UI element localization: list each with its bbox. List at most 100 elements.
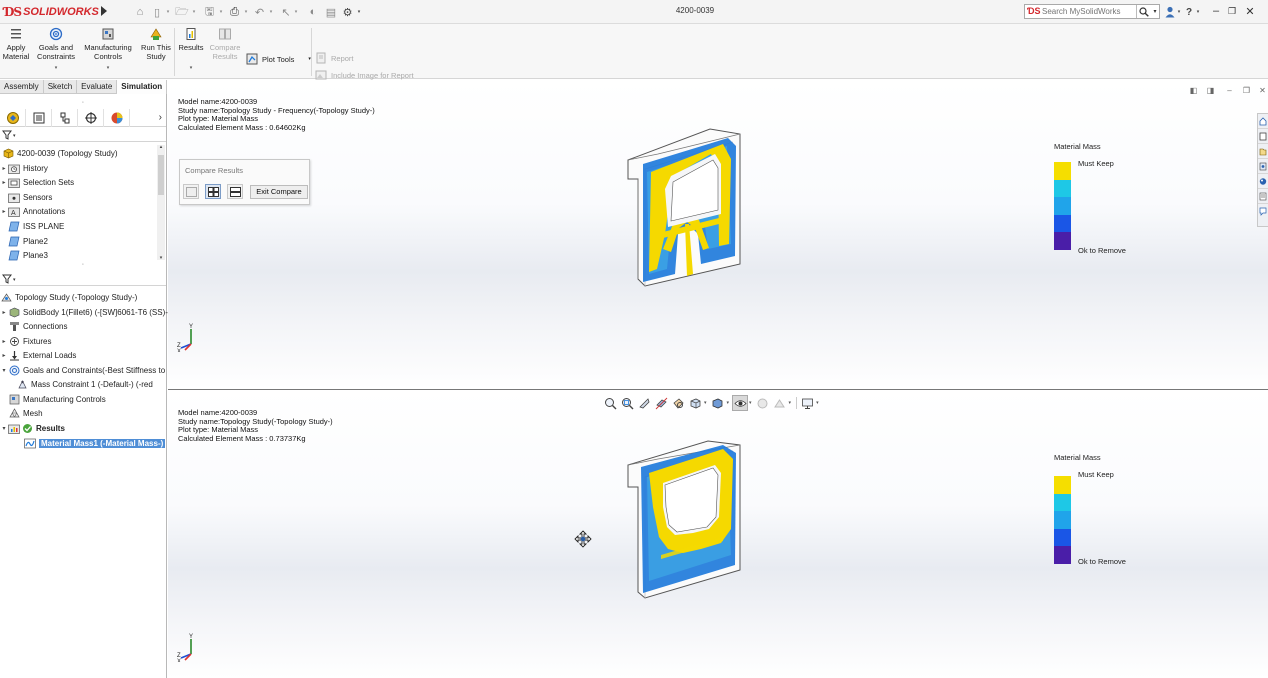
graphics-viewport-bottom[interactable]: Model name:4200-0039 Study name:Topology… (168, 390, 1268, 678)
tree-item-manufacturing-controls[interactable]: Manufacturing Controls (0, 392, 106, 406)
tree-item-mesh[interactable]: Mesh (0, 406, 43, 420)
hide-show-items-icon[interactable] (732, 395, 749, 411)
view-previous-icon[interactable]: ◧ (1188, 85, 1199, 95)
custom-properties-icon[interactable] (1258, 189, 1268, 204)
select-dropdown-icon[interactable]: ▾ (293, 5, 299, 19)
panel-splitter-icon[interactable]: ◦ (0, 260, 166, 269)
manufacturing-controls-button[interactable]: Manufacturing Controls ▾ (81, 27, 135, 73)
hide-show-dropdown-icon[interactable]: ▾ (749, 400, 752, 406)
tree-item-annotations[interactable]: ▸ A Annotations (0, 204, 65, 218)
property-manager-tab-icon[interactable] (26, 108, 52, 127)
compare-layout-two-icon[interactable] (227, 184, 243, 199)
file-properties-icon[interactable]: ▤ (325, 5, 337, 19)
filter-icon[interactable] (2, 130, 12, 142)
save-icon[interactable]: 🖫 (203, 5, 216, 19)
design-library-icon[interactable] (1258, 129, 1268, 144)
close-icon[interactable]: ✕ (1243, 4, 1257, 18)
expand-arrow-icon[interactable]: ▸ (0, 179, 8, 186)
options-gear-icon[interactable]: ⚙ (341, 5, 354, 19)
configuration-manager-tab-icon[interactable] (52, 108, 78, 127)
user-dropdown-icon[interactable]: ▾ (1176, 5, 1182, 19)
compare-layout-four-icon[interactable] (205, 184, 221, 199)
view-next-icon[interactable]: ◨ (1205, 85, 1216, 95)
tree-item-external-loads[interactable]: ▸ External Loads (0, 348, 76, 362)
tab-evaluate[interactable]: Evaluate (77, 80, 118, 94)
save-dropdown-icon[interactable]: ▾ (218, 5, 224, 19)
tree-item-history[interactable]: ▸ History (0, 161, 48, 175)
goals-and-constraints-button[interactable]: Goals and Constraints ▾ (35, 27, 77, 73)
scrollbar-thumb[interactable] (158, 155, 164, 195)
run-this-study-button[interactable]: Run This Study (139, 27, 173, 61)
minimize-icon[interactable]: – (1209, 4, 1223, 18)
tree-item-topology-study[interactable]: Topology Study (-Topology Study-) (0, 290, 137, 304)
previous-view-icon[interactable] (636, 395, 652, 411)
tree-item-solid-body[interactable]: ▸ SolidBody 1(Fillet6) (-[SW]6061-T6 (SS… (0, 305, 168, 319)
apply-scene-dropdown-icon[interactable]: ▾ (789, 400, 792, 406)
print-icon[interactable]: ⎙ (228, 5, 241, 19)
help-icon[interactable]: ? (1184, 5, 1194, 19)
options-dropdown-icon[interactable]: ▾ (356, 5, 362, 19)
tree-item-part[interactable]: 4200-0039 (Topology Study) (2, 146, 118, 160)
collapse-arrow-icon[interactable]: ▾ (0, 367, 8, 374)
exit-compare-button[interactable]: Exit Compare (250, 185, 308, 199)
file-explorer-icon[interactable] (1258, 144, 1268, 159)
apply-material-button[interactable]: Apply Material (1, 27, 31, 61)
compare-results-button[interactable]: Compare Results (207, 27, 243, 61)
tab-assembly[interactable]: Assembly (0, 80, 44, 94)
solidworks-resources-icon[interactable] (1258, 114, 1268, 129)
restore-viewport-icon[interactable]: ❐ (1241, 85, 1252, 95)
minimize-viewport-icon[interactable]: – (1224, 85, 1235, 95)
apply-scene-icon[interactable] (772, 395, 788, 411)
tab-simulation[interactable]: Simulation (117, 80, 168, 94)
undo-dropdown-icon[interactable]: ▾ (268, 5, 274, 19)
tree-item-mass-constraint[interactable]: Mass Constraint 1 (-Default-) (-red (16, 377, 153, 391)
open-folder-icon[interactable]: 🗁 (175, 5, 189, 19)
plot-tools-button[interactable]: Plot Tools ▾ (246, 53, 311, 65)
dynamic-annotation-icon[interactable] (670, 395, 686, 411)
zoom-to-area-icon[interactable] (619, 395, 635, 411)
panel-scroll-right-icon[interactable]: › (130, 112, 164, 123)
tree-item-selection-sets[interactable]: ▸ Selection Sets (0, 175, 74, 189)
collapse-arrow-icon[interactable]: ▾ (0, 425, 8, 432)
scroll-up-icon[interactable]: ▴ (157, 144, 165, 150)
close-viewport-icon[interactable]: ✕ (1257, 85, 1268, 95)
compare-layout-single-icon[interactable] (183, 184, 199, 199)
filter-dropdown-icon[interactable]: ▾ (13, 277, 16, 283)
report-button[interactable]: Report (315, 52, 354, 64)
results-dropdown-icon[interactable]: ▾ (190, 64, 193, 73)
print-dropdown-icon[interactable]: ▾ (243, 5, 249, 19)
tree-item-goals-and-constraints[interactable]: ▾ Goals and Constraints(-Best Stiffness … (0, 363, 165, 377)
view-orientation-dropdown-icon[interactable]: ▾ (704, 400, 707, 406)
new-document-icon[interactable]: ▯ (151, 5, 163, 19)
view-settings-dropdown-icon[interactable]: ▾ (816, 400, 819, 406)
dimxpert-tab-icon[interactable] (78, 108, 104, 127)
goals-dropdown-icon[interactable]: ▾ (55, 64, 58, 73)
section-view-icon[interactable] (653, 395, 669, 411)
search-icon[interactable] (1136, 5, 1151, 18)
open-dropdown-icon[interactable]: ▾ (191, 5, 197, 19)
tree-item-fixtures[interactable]: ▸ Fixtures (0, 334, 51, 348)
user-account-icon[interactable] (1164, 5, 1176, 19)
rebuild-icon[interactable]: ◐ (307, 5, 319, 19)
tree-item-results[interactable]: ▾ Results (0, 421, 65, 435)
tree-item-iss-plane[interactable]: ISS PLANE (0, 219, 64, 233)
expand-arrow-icon[interactable]: ▸ (0, 352, 8, 359)
view-palette-icon[interactable] (1258, 159, 1268, 174)
view-orientation-icon[interactable] (687, 395, 703, 411)
expand-arrow-icon[interactable]: ▸ (0, 208, 8, 215)
expand-arrow-icon[interactable]: ▸ (0, 338, 8, 345)
tab-sketch[interactable]: Sketch (44, 80, 78, 94)
graphics-viewport-top[interactable]: Model name:4200-0039 Study name:Topology… (168, 80, 1268, 389)
results-button[interactable]: Results ▾ (177, 27, 205, 73)
filter-dropdown-icon[interactable]: ▾ (13, 133, 16, 139)
tree-item-plane2[interactable]: Plane2 (0, 234, 48, 248)
search-input[interactable] (1042, 7, 1136, 16)
display-manager-tab-icon[interactable] (104, 108, 130, 127)
help-dropdown-icon[interactable]: ▾ (1195, 5, 1201, 19)
search-box[interactable]: ƊS ▾ (1024, 4, 1160, 19)
display-style-dropdown-icon[interactable]: ▾ (727, 400, 730, 406)
appearances-scenes-icon[interactable] (1258, 174, 1268, 189)
tree-item-connections[interactable]: Connections (0, 319, 67, 333)
forum-icon[interactable] (1258, 204, 1268, 219)
menu-expand-icon[interactable] (101, 6, 107, 16)
